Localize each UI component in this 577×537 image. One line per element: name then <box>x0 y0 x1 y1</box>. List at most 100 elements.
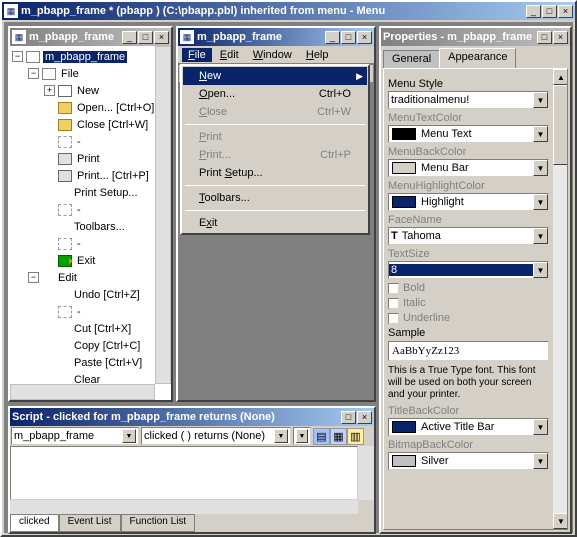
swatch-menuhigh <box>392 196 416 208</box>
app-icon: ▦ <box>4 4 18 18</box>
tree-hscroll[interactable] <box>10 384 155 400</box>
tree-item[interactable]: Print Setup... <box>12 184 169 201</box>
menubar-item-edit[interactable]: Edit <box>214 48 245 62</box>
script-tab-event-list[interactable]: Event List <box>59 514 121 532</box>
tree-item[interactable]: −File <box>12 65 169 82</box>
close-button[interactable]: × <box>558 5 573 18</box>
file-dropdown[interactable]: New▶Open...Ctrl+OCloseCtrl+WPrintPrint..… <box>180 64 370 235</box>
expand-icon[interactable]: − <box>28 68 39 79</box>
chevron-down-icon[interactable]: ▼ <box>122 429 136 443</box>
font-description: This is a True Type font. This font will… <box>388 365 549 401</box>
chevron-down-icon[interactable]: ▼ <box>533 194 548 210</box>
menu-item-toolbars[interactable]: Toolbars... <box>183 189 367 207</box>
tree-maximize-button[interactable]: □ <box>138 31 153 44</box>
minimize-button[interactable]: _ <box>526 5 541 18</box>
menu-item-printsetup[interactable]: Print Setup... <box>183 164 367 182</box>
menu-close-button[interactable]: × <box>357 31 372 44</box>
select-menuhighlight[interactable]: Highlight▼ <box>388 193 549 211</box>
select-textsize[interactable]: 8▼ <box>388 261 549 279</box>
tree-title: m_pbapp_frame <box>29 31 122 43</box>
menu-tree[interactable]: −m_pbapp_frame−File+NewOpen... [Ctrl+O]C… <box>10 46 171 400</box>
chevron-down-icon[interactable]: ▼ <box>533 453 548 469</box>
tree-item[interactable]: Print <box>12 150 169 167</box>
tree-root[interactable]: −m_pbapp_frame <box>12 48 169 65</box>
view-icon-1[interactable]: ▤ <box>313 428 330 445</box>
menu-preview-icon: ▦ <box>180 30 194 44</box>
view-icon-3[interactable]: ▥ <box>347 428 364 445</box>
view-icon-2[interactable]: ▦ <box>330 428 347 445</box>
tree-close-button[interactable]: × <box>154 31 169 44</box>
tree-item[interactable]: - <box>12 201 169 218</box>
tree-item[interactable]: - <box>12 235 169 252</box>
tree-item[interactable]: Close [Ctrl+W] <box>12 116 169 133</box>
select-titlebackcolor[interactable]: Active Title Bar▼ <box>388 418 549 436</box>
menubar[interactable]: FileEditWindowHelp <box>178 46 374 64</box>
tree-item[interactable]: Toolbars... <box>12 218 169 235</box>
collapse-icon[interactable]: − <box>12 51 23 62</box>
script-view-icons: ▤ ▦ ▥ <box>313 428 364 445</box>
properties-title: Properties - m_pbapp_frame <box>383 31 537 43</box>
chevron-down-icon[interactable]: ▼ <box>533 160 548 176</box>
menubar-item-file[interactable]: File <box>182 48 212 62</box>
tab-appearance[interactable]: Appearance <box>439 48 516 68</box>
tree-item[interactable]: - <box>12 303 169 320</box>
menu-item-open[interactable]: Open...Ctrl+O <box>183 85 367 103</box>
main-titlebar: ▦ m_pbapp_frame * (pbapp ) (C:\pbapp.pbl… <box>2 2 575 20</box>
props-close-button[interactable]: × <box>553 31 568 44</box>
select-bitmapbackcolor[interactable]: Silver▼ <box>388 452 549 470</box>
tree-item[interactable]: +New <box>12 82 169 99</box>
script-editor[interactable] <box>10 446 358 500</box>
tree-minimize-button[interactable]: _ <box>122 31 137 44</box>
tree-titlebar: ▦ m_pbapp_frame _ □ × <box>10 28 171 46</box>
select-menubackcolor[interactable]: Menu Bar▼ <box>388 159 549 177</box>
props-maximize-button[interactable]: □ <box>537 31 552 44</box>
tree-item[interactable]: Copy [Ctrl+C] <box>12 337 169 354</box>
script-tab-function-list[interactable]: Function List <box>121 514 196 532</box>
menubar-item-window[interactable]: Window <box>247 48 298 62</box>
checkbox-bold[interactable]: Bold <box>388 282 549 294</box>
select-menutextcolor[interactable]: Menu Text▼ <box>388 125 549 143</box>
maximize-button[interactable]: □ <box>542 5 557 18</box>
scroll-down-button[interactable]: ▼ <box>553 513 568 529</box>
script-event-select[interactable]: clicked ( ) returns (None)▼ <box>141 427 291 445</box>
tree-item[interactable]: Undo [Ctrl+Z] <box>12 286 169 303</box>
script-extra-select[interactable]: ▼ <box>293 427 311 445</box>
script-maximize-button[interactable]: □ <box>341 411 356 424</box>
chevron-down-icon[interactable]: ▼ <box>296 429 308 443</box>
menu-maximize-button[interactable]: □ <box>341 31 356 44</box>
chevron-down-icon[interactable]: ▼ <box>533 126 548 142</box>
menubar-item-help[interactable]: Help <box>300 48 335 62</box>
expand-icon[interactable]: − <box>28 272 39 283</box>
select-menustyle[interactable]: traditionalmenu!▼ <box>388 91 549 109</box>
props-vscroll[interactable]: ▲ ▼ <box>553 69 568 529</box>
expand-icon[interactable]: + <box>44 85 55 96</box>
tree-item[interactable]: Print... [Ctrl+P] <box>12 167 169 184</box>
tree-item[interactable]: Paste [Ctrl+V] <box>12 354 169 371</box>
tree-item[interactable]: Exit <box>12 252 169 269</box>
tree-vscroll[interactable] <box>155 46 171 384</box>
checkbox-italic[interactable]: Italic <box>388 297 549 309</box>
tree-item[interactable]: Cut [Ctrl+X] <box>12 320 169 337</box>
label-menubackcolor: MenuBackColor <box>388 146 549 158</box>
tree-item[interactable]: −Edit <box>12 269 169 286</box>
scroll-up-button[interactable]: ▲ <box>553 69 568 85</box>
script-vscroll[interactable] <box>358 446 374 500</box>
chevron-down-icon[interactable]: ▼ <box>533 419 548 435</box>
script-tabs: clickedEvent ListFunction List <box>10 514 374 532</box>
chevron-down-icon[interactable]: ▼ <box>533 92 548 108</box>
menu-item-exit[interactable]: Exit <box>183 214 367 232</box>
menu-item-new[interactable]: New▶ <box>183 67 367 85</box>
chevron-down-icon[interactable]: ▼ <box>274 429 288 443</box>
menu-minimize-button[interactable]: _ <box>325 31 340 44</box>
select-facename[interactable]: TTahoma▼ <box>388 227 549 245</box>
script-close-button[interactable]: × <box>357 411 372 424</box>
tree-item[interactable]: Open... [Ctrl+O] <box>12 99 169 116</box>
script-tab-clicked[interactable]: clicked <box>10 514 59 532</box>
script-object-select[interactable]: m_pbapp_frame▼ <box>11 427 139 445</box>
chevron-down-icon[interactable]: ▼ <box>533 262 548 278</box>
tab-general[interactable]: General <box>383 50 440 68</box>
chevron-down-icon[interactable]: ▼ <box>533 228 548 244</box>
checkbox-underline[interactable]: Underline <box>388 312 549 324</box>
scroll-thumb[interactable] <box>553 85 568 165</box>
tree-item[interactable]: - <box>12 133 169 150</box>
